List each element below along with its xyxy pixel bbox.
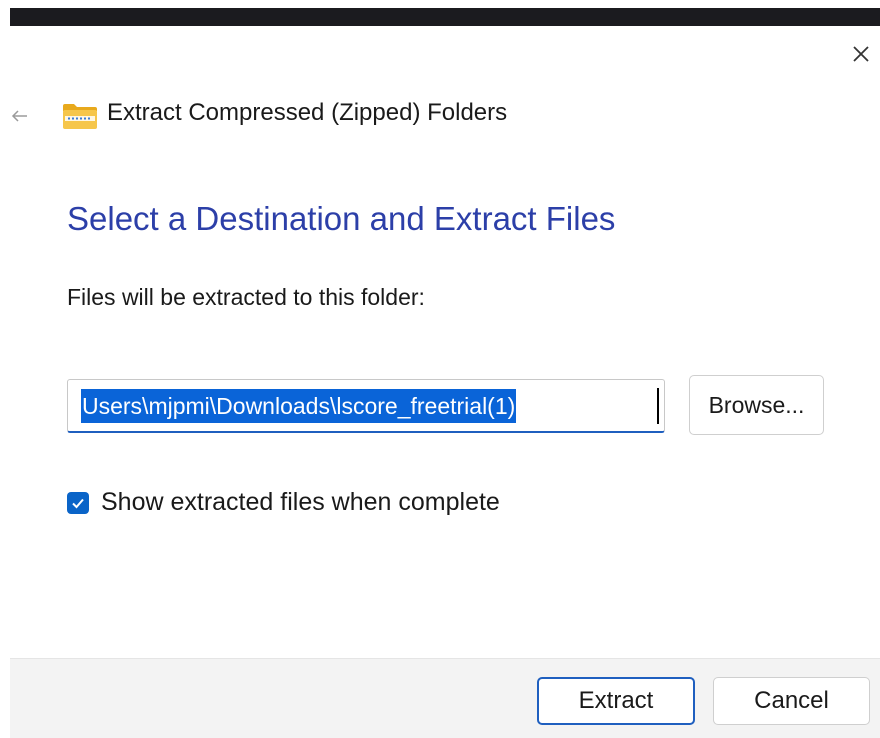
text-caret [657,388,659,424]
close-icon [853,46,869,62]
back-button[interactable] [6,102,34,130]
back-arrow-icon [11,110,27,122]
instruction-text: Files will be extracted to this folder: [67,284,425,310]
show-files-checkbox[interactable] [67,492,89,514]
zipped-folder-icon [63,104,97,129]
cancel-button[interactable]: Cancel [713,677,870,725]
extract-dialog: Extract Compressed (Zipped) Folders Sele… [0,0,880,738]
checkmark-icon [72,498,84,509]
dialog-title: Extract Compressed (Zipped) Folders [107,99,508,126]
destination-path-input[interactable]: Users\mjpmi\Downloads\lscore_freetrial(1… [67,379,665,433]
path-selected-text: Users\mjpmi\Downloads\lscore_freetrial(1… [81,389,517,423]
close-button[interactable] [845,38,877,70]
title-bar-strip [10,8,880,26]
page-heading: Select a Destination and Extract Files [67,200,616,237]
extract-button[interactable]: Extract [537,677,695,725]
browse-button[interactable]: Browse... [689,375,824,435]
show-files-label[interactable]: Show extracted files when complete [101,488,500,517]
